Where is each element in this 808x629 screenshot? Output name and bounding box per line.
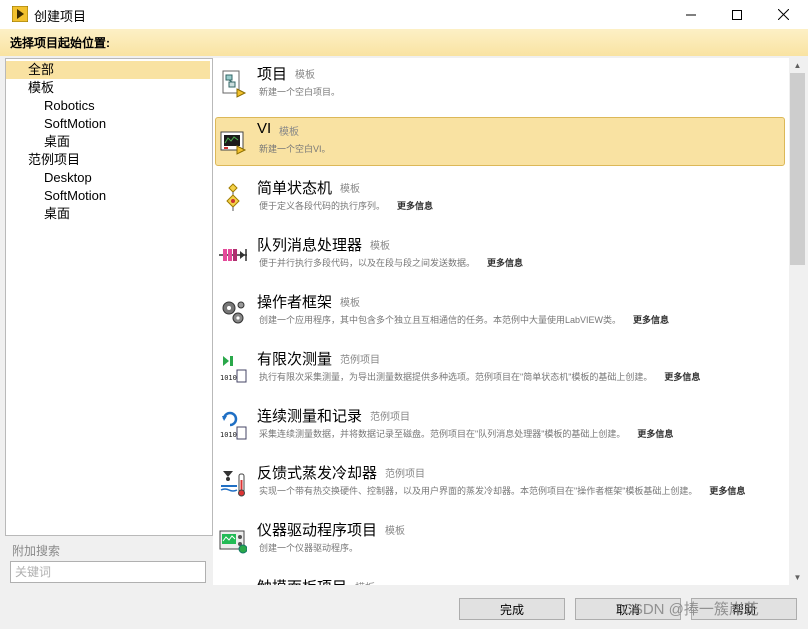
continuous-measure-icon: 1010 xyxy=(220,411,247,440)
item-title: 操作者框架 xyxy=(257,294,333,311)
item-tag: 模板 xyxy=(340,298,360,309)
item-description-text: 新建一个空白项目。 xyxy=(259,87,341,97)
search-input[interactable] xyxy=(10,561,206,583)
labview-app-icon xyxy=(12,6,28,22)
close-icon xyxy=(777,9,789,20)
more-info-link[interactable]: 更多信息 xyxy=(633,315,669,325)
template-list-item[interactable]: 队列消息处理器 模板便于并行执行多段代码，以及在段与段之间发送数据。 更多信息 xyxy=(213,230,789,287)
tree-item[interactable]: SoftMotion xyxy=(6,115,210,133)
svg-text:1010: 1010 xyxy=(220,431,237,439)
svg-text:1010: 1010 xyxy=(220,374,237,382)
more-info-link[interactable]: 更多信息 xyxy=(487,258,523,268)
item-title: 简单状态机 xyxy=(257,180,333,197)
finish-button[interactable]: 完成 xyxy=(459,598,565,620)
header-band: 选择项目起始位置: xyxy=(0,29,808,56)
gears-icon xyxy=(222,301,245,324)
item-title: VI xyxy=(257,120,272,137)
item-description-text: 创建一个仪器驱动程序。 xyxy=(259,543,359,553)
item-tag: 模板 xyxy=(295,70,315,81)
item-title: 项目 xyxy=(257,66,288,83)
item-description: 执行有限次采集测量，为导出测量数据提供多种选项。范例项目在"简单状态机"模板的基… xyxy=(259,370,700,383)
minimize-icon xyxy=(686,14,696,15)
item-tag: 范例项目 xyxy=(340,355,380,366)
template-list-item[interactable]: 项目 模板新建一个空白项目。 xyxy=(213,59,789,116)
tree-item[interactable]: SoftMotion xyxy=(6,187,210,205)
tree-item[interactable]: 模板 xyxy=(6,79,210,97)
item-description-text: 实现一个带有热交换硬件、控制器，以及用户界面的蒸发冷却器。本范例项目在"操作者框… xyxy=(259,486,698,496)
item-tag: 模板 xyxy=(385,526,405,537)
item-description-text: 便于并行执行多段代码，以及在段与段之间发送数据。 xyxy=(259,258,476,268)
tree-item[interactable]: 桌面 xyxy=(6,133,210,151)
item-tag: 模板 xyxy=(279,127,299,138)
item-tag: 范例项目 xyxy=(370,412,410,423)
window-title: 创建项目 xyxy=(34,9,87,24)
vi-icon xyxy=(220,131,247,155)
item-tag: 模板 xyxy=(340,184,360,195)
state-machine-icon xyxy=(226,183,240,211)
item-description: 实现一个带有热交换硬件、控制器，以及用户界面的蒸发冷却器。本范例项目在"操作者框… xyxy=(259,484,745,497)
item-tag: 范例项目 xyxy=(385,469,425,480)
item-description: 创建一个仪器驱动程序。 xyxy=(259,541,358,554)
item-title: 队列消息处理器 xyxy=(257,237,363,254)
item-description: 采集连续测量数据，并将数据记录至磁盘。范例项目在"队列消息处理器"模板的基础上创… xyxy=(259,427,673,440)
watermark: CSDN @捧一簇岸花 xyxy=(622,601,759,618)
template-list-item[interactable]: 1010 有限次测量 范例项目执行有限次采集测量，为导出测量数据提供多种选项。范例项… xyxy=(213,344,789,401)
template-list-item[interactable]: VI 模板新建一个空白VI。 xyxy=(213,116,789,173)
item-title: 连续测量和记录 xyxy=(257,408,363,425)
item-description-text: 创建一个应用程序，其中包含多个独立且互相通信的任务。本范例中大量使用LabVIE… xyxy=(259,315,622,325)
tree-item[interactable]: Desktop xyxy=(6,169,210,187)
more-info-link[interactable]: 更多信息 xyxy=(709,486,745,496)
item-title: 有限次测量 xyxy=(257,351,333,368)
item-description-text: 采集连续测量数据，并将数据记录至磁盘。范例项目在"队列消息处理器"模板的基础上创… xyxy=(259,429,626,439)
template-list-item[interactable]: 简单状态机 模板便于定义各段代码的执行序列。 更多信息 xyxy=(213,173,789,230)
tree-item[interactable]: Robotics xyxy=(6,97,210,115)
cooler-icon xyxy=(220,471,245,497)
scroll-up-icon[interactable]: ▲ xyxy=(789,58,806,73)
tree-item[interactable]: 全部 xyxy=(6,61,210,79)
close-button[interactable] xyxy=(760,0,806,29)
project-icon xyxy=(222,70,247,98)
instrument-icon xyxy=(219,530,247,554)
item-description: 便于定义各段代码的执行序列。 更多信息 xyxy=(259,199,433,212)
search-label: 附加搜索 xyxy=(12,544,61,558)
touch-panel-icon xyxy=(219,582,247,585)
item-description: 便于并行执行多段代码，以及在段与段之间发送数据。 更多信息 xyxy=(259,256,523,269)
template-list-item[interactable]: 操作者框架 模板创建一个应用程序，其中包含多个独立且互相通信的任务。本范例中大量使… xyxy=(213,287,789,344)
template-list-item[interactable]: 仪器驱动程序项目 模板创建一个仪器驱动程序。 xyxy=(213,515,789,572)
finite-measure-icon: 1010 xyxy=(220,356,247,383)
item-description: 新建一个空白VI。 xyxy=(259,142,331,155)
item-description-text: 执行有限次采集测量，为导出测量数据提供多种选项。范例项目在"简单状态机"模板的基… xyxy=(259,372,653,382)
header-text: 选择项目起始位置: xyxy=(10,36,110,50)
tree-item[interactable]: 范例项目 xyxy=(6,151,210,169)
maximize-icon xyxy=(732,9,742,20)
scrollbar-thumb[interactable] xyxy=(790,73,805,265)
template-list[interactable]: 项目 模板 新建一个空白项目。 VI 模板 新建一个空白VI。 简单状态机 模板 便于定义各段代… xyxy=(213,58,789,585)
item-description: 创建一个应用程序，其中包含多个独立且互相通信的任务。本范例中大量使用LabVIE… xyxy=(259,313,669,326)
more-info-link[interactable]: 更多信息 xyxy=(664,372,700,382)
template-list-item[interactable]: 触摸面板项目 模板 xyxy=(213,572,789,585)
item-title: 触摸面板项目 xyxy=(257,576,347,585)
list-scrollbar[interactable]: ▲ ▼ xyxy=(789,58,806,585)
item-description: 新建一个空白项目。 xyxy=(259,85,340,98)
item-tag: 模板 xyxy=(370,241,390,252)
more-info-link[interactable]: 更多信息 xyxy=(637,429,673,439)
minimize-button[interactable] xyxy=(668,0,714,29)
item-description-text: 新建一个空白VI。 xyxy=(259,144,331,154)
category-tree[interactable]: 全部 模板 Robotics SoftMotion 桌面 范例项目 Desktop SoftM… xyxy=(5,58,213,536)
more-info-link[interactable]: 更多信息 xyxy=(397,201,433,211)
template-list-item[interactable]: 1010 连续测量和记录 范例项目采集连续测量数据，并将数据记录至磁盘。范例项目在"… xyxy=(213,401,789,458)
title-bar: 创建项目 xyxy=(0,0,808,29)
scroll-down-icon[interactable]: ▼ xyxy=(789,570,806,585)
template-list-item[interactable]: 反馈式蒸发冷却器 范例项目实现一个带有热交换硬件、控制器，以及用户界面的蒸发冷却器… xyxy=(213,458,789,515)
queue-icon xyxy=(219,249,247,261)
tree-item[interactable]: 桌面 xyxy=(6,205,210,223)
item-description-text: 便于定义各段代码的执行序列。 xyxy=(259,201,386,211)
item-tag: 模板 xyxy=(355,579,375,585)
item-title: 反馈式蒸发冷却器 xyxy=(257,465,378,482)
item-title: 仪器驱动程序项目 xyxy=(257,522,378,539)
maximize-button[interactable] xyxy=(714,0,760,29)
